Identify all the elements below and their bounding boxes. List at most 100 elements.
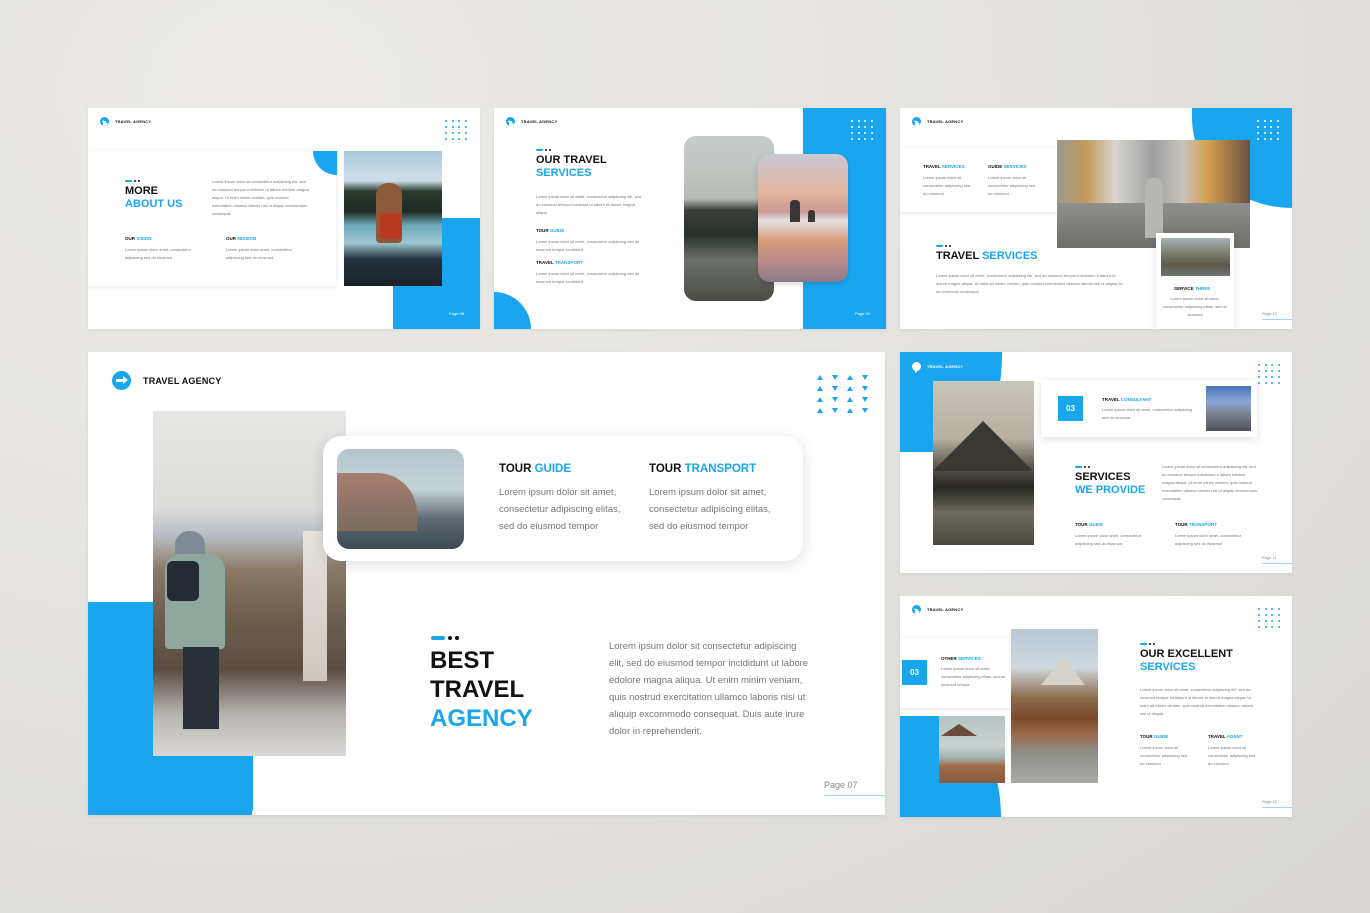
- arrow-circle-icon: [112, 371, 131, 390]
- brand-logo: TRAVEL AGENCY: [112, 371, 221, 390]
- mission-text: Lorem ipsum dolor amet, consectetur adip…: [226, 247, 293, 260]
- guide-services-heading: GUIDE SERVICES: [988, 164, 1027, 169]
- page-underline: [1262, 807, 1292, 808]
- brand-name: TRAVEL AGENCY: [927, 119, 964, 124]
- intro-paragraph: Lorem ipsum dolor sit consectetur adipis…: [609, 641, 809, 737]
- brand-name: TRAVEL AGENCY: [143, 375, 222, 386]
- triangle-grid-decoration: [817, 375, 868, 413]
- mountain-reflection-photo: [933, 381, 1034, 545]
- page-number: Page 12: [1262, 799, 1277, 804]
- title-accent: [936, 245, 951, 247]
- tour-guide-heading: TOUR GUIDE: [536, 228, 565, 233]
- number-badge: 03: [902, 660, 927, 685]
- slide-page-07[interactable]: TRAVEL AGENCY TOUR GUIDE Lorem ipsum dol…: [88, 352, 885, 815]
- tour-guide-text: Lorem ipsum dolor sit amet, consectetur …: [499, 487, 621, 532]
- quarter-circle-decoration: [494, 292, 531, 329]
- slide-page-09[interactable]: TRAVEL AGENCY OUR TRAVEL SERVICES Lorem …: [494, 108, 886, 329]
- tour-guide-text: Lorem ipsum dolor amet, consectetur adip…: [1075, 533, 1142, 546]
- service-three-heading: SERVICE THREE: [1174, 286, 1211, 291]
- page-number: Page 07: [824, 780, 858, 790]
- slide-title: TRAVEL SERVICES: [936, 250, 1038, 262]
- mission-heading: OUR MISSION: [226, 236, 257, 241]
- arrow-circle-icon: [912, 117, 921, 128]
- number-badge: 03: [1058, 396, 1083, 421]
- mountain-summit-photo: [1206, 386, 1251, 431]
- tour-transport-text: Lorem ipsum dolor sit amet, consectetur …: [649, 487, 771, 532]
- content-panel: [88, 151, 336, 286]
- brand-name: TRAVEL AGENCY: [521, 119, 558, 124]
- vision-heading: OUR VISION: [125, 236, 152, 241]
- dot-grid-decoration: [851, 120, 873, 140]
- intro-paragraph: Lorem ipsum dolor sit amet, consectetur …: [936, 273, 1123, 294]
- slide-title: OUR EXCELLENT SERVICES: [1140, 648, 1233, 673]
- page-number: Page 08: [449, 311, 464, 316]
- slide-page-10[interactable]: TRAVEL AGENCY TRAVEL SERVICES Lorem ipsu…: [900, 108, 1292, 329]
- page-number: Page 11: [1262, 555, 1277, 560]
- dot-grid-decoration: [445, 120, 467, 140]
- dot-grid-decoration: [1257, 120, 1279, 140]
- slide-title: SERVICES WE PROVIDE: [1075, 471, 1146, 496]
- page-underline: [1262, 563, 1292, 564]
- travel-agent-text: Lorem ipsum dolor sit consectetur adipis…: [1208, 745, 1256, 766]
- page-underline: [1262, 319, 1292, 320]
- vision-text: Lorem ipsum dolor amet, consectetur adip…: [125, 247, 192, 260]
- brand-logo: TRAVEL AGENCY: [912, 117, 964, 128]
- travel-transport-text: Lorem ipsum dolor sit amet, consectetur …: [536, 271, 640, 284]
- slide-title: OUR TRAVEL SERVICES: [536, 154, 607, 179]
- brand-logo: TRAVEL AGENCY: [912, 605, 964, 616]
- sea-stacks-sunset-photo: [758, 154, 848, 282]
- title-accent: [125, 180, 140, 182]
- tour-guide-heading: TOUR GUIDE: [1075, 522, 1104, 527]
- travel-agent-heading: TRAVEL AGENT: [1208, 734, 1243, 739]
- arrow-circle-icon: [506, 117, 515, 128]
- service-three-text: Lorem ipsum dolor sit amet, consectetur …: [1162, 296, 1228, 317]
- guide-services-text: Lorem ipsum dolor sit consectetur adipis…: [988, 175, 1036, 196]
- tour-guide-text: Lorem ipsum dolor sit consectetur adipis…: [1140, 745, 1188, 766]
- intro-paragraph: Lorem ipsum dolor sit amet, consectetur …: [1140, 687, 1254, 716]
- brand-logo: TRAVEL AGENCY: [100, 117, 152, 128]
- page-number: Page 09: [855, 311, 870, 316]
- page-number: Page 10: [1262, 311, 1277, 316]
- other-services-text: Lorem ipsum dolor sit amet, consectetur …: [941, 666, 1006, 687]
- hiker-valley-photo: [1161, 238, 1230, 276]
- other-services-heading: OTHER SERVICES: [941, 656, 981, 661]
- intro-paragraph: Lorem ipsum dolor sit amet, consectetur …: [536, 194, 641, 215]
- tour-guide-text: Lorem ipsum dolor sit amet, consectetur …: [536, 239, 640, 252]
- brand-name: TRAVEL AGENCY: [115, 119, 152, 124]
- slide-page-11[interactable]: TRAVEL AGENCY 03 TRAVEL CONSULTANT Lorem…: [900, 352, 1292, 573]
- dot-grid-decoration: [1258, 608, 1280, 628]
- intro-paragraph: Lorem ipsum dolor sit consectetur adipis…: [212, 179, 309, 216]
- brand-logo: TRAVEL AGENCY: [506, 117, 558, 128]
- coastal-village-photo: [337, 449, 464, 549]
- mountain-lake-autumn-photo: [1011, 629, 1098, 783]
- travel-services-heading: TRAVEL SERVICES: [923, 164, 965, 169]
- dot-grid-decoration: [1258, 364, 1280, 384]
- tour-transport-heading: TOUR TRANSPORT: [1175, 522, 1217, 527]
- tour-transport-heading: TOUR TRANSPORT: [649, 463, 757, 475]
- arrow-circle-icon: [912, 362, 921, 373]
- slide-title: MORE ABOUT US: [125, 185, 183, 210]
- title-accent: [536, 149, 551, 151]
- tour-guide-heading: TOUR GUIDE: [1140, 734, 1169, 739]
- travel-transport-heading: TRAVEL TRANSPORT: [536, 260, 583, 265]
- brand-name: TRAVEL AGENCY: [927, 607, 964, 612]
- travel-services-text: Lorem ipsum dolor sit consectetur adipis…: [923, 175, 971, 196]
- brand-logo: TRAVEL AGENCY: [912, 362, 963, 373]
- tour-guide-heading: TOUR GUIDE: [499, 463, 571, 475]
- travel-consultant-heading: TRAVEL CONSULTANT: [1102, 397, 1152, 402]
- slide-page-12[interactable]: TRAVEL AGENCY 03 OTHER SERVICES Lorem ip…: [900, 596, 1292, 817]
- woman-in-canoe-photo: [344, 151, 442, 286]
- slide-title: BEST TRAVEL AGENCY: [430, 647, 533, 732]
- arrow-circle-icon: [912, 605, 921, 616]
- backpacker-street-photo: [1057, 140, 1250, 248]
- title-accent: [1140, 643, 1155, 645]
- title-accent: [1075, 466, 1090, 468]
- page-underline: [824, 795, 885, 796]
- tour-transport-text: Lorem ipsum dolor amet, consectetur adip…: [1175, 533, 1242, 546]
- arrow-circle-icon: [100, 117, 109, 128]
- beach-gazebo-photo: [939, 716, 1005, 783]
- intro-paragraph: Lorem ipsum dolor sit consectetur adipis…: [1162, 464, 1258, 501]
- slide-page-08[interactable]: TRAVEL AGENCY MORE ABOUT US Lorem ipsum …: [88, 108, 480, 329]
- hiker-waterfall-photo: [153, 411, 346, 756]
- travel-consultant-text: Lorem ipsum dolor sit amet, consectetur …: [1102, 407, 1193, 420]
